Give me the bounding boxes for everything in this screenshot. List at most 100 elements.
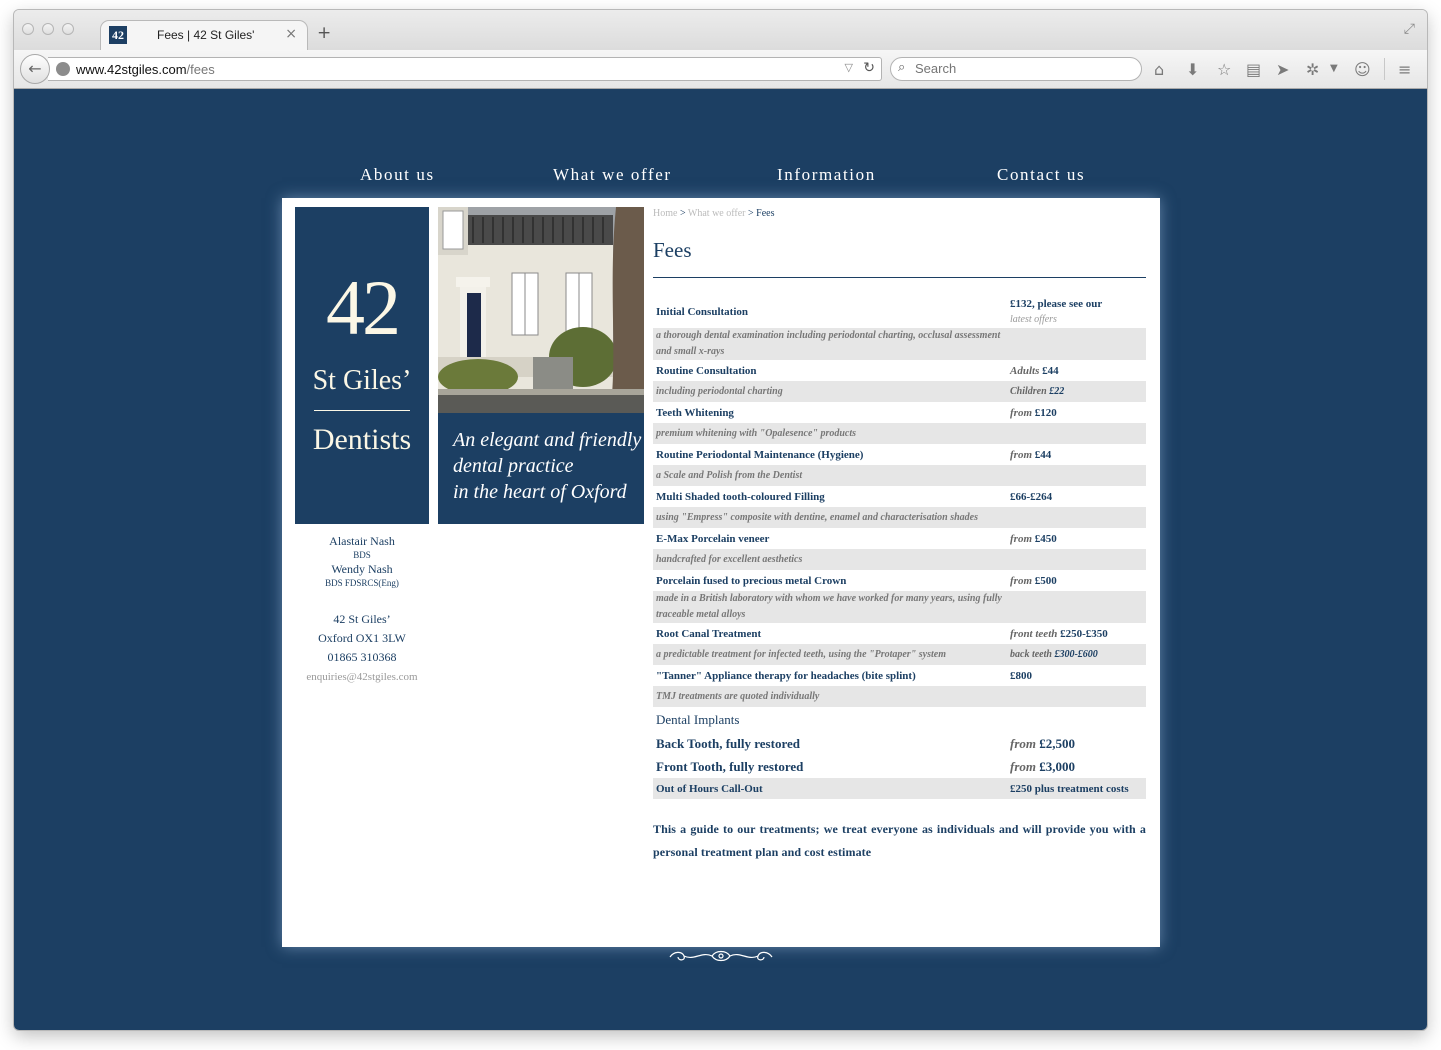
fee-price: from £450 <box>1010 531 1146 547</box>
home-icon[interactable]: ⌂ <box>1154 60 1164 79</box>
fee-treatment: Back Tooth, fully restored <box>656 736 800 751</box>
dentist-qualification-2: BDS FDSRCS(Eng) <box>325 578 399 588</box>
fee-row: using "Empress" composite with dentine, … <box>653 507 1146 528</box>
nav-about-us[interactable]: About us <box>360 165 435 185</box>
fee-price-value: £44 <box>1034 448 1052 461</box>
close-window-button[interactable] <box>22 23 34 35</box>
back-button[interactable]: ← <box>20 54 50 84</box>
fee-price-value: £250-£350 <box>1060 627 1108 640</box>
breadcrumb-separator: > <box>745 208 757 219</box>
download-icon[interactable]: ⬇ <box>1186 60 1199 79</box>
extension-icon[interactable]: ✲ <box>1306 60 1319 79</box>
breadcrumb: Home > What we offer > Fees <box>653 208 1146 222</box>
breadcrumb-separator: > <box>677 208 688 219</box>
fee-price-value: £132, please see our <box>1010 298 1103 310</box>
fee-treatment: Multi Shaded tooth-coloured Filling <box>656 490 825 503</box>
fee-price: back teeth £300-£600 <box>1010 647 1146 663</box>
fees-table: Initial Consultation £132, please see our… <box>653 296 1146 799</box>
tagline-line-1: An elegant and friendly <box>453 429 642 451</box>
address-line-2: Oxford OX1 3LW <box>318 631 406 645</box>
reload-icon[interactable]: ↻ <box>863 60 875 76</box>
fee-row: Front Tooth, fully restored from £3,000 <box>653 755 1146 778</box>
treatment-guide-note: This a guide to our treatments; we treat… <box>653 822 1146 859</box>
main-content: Home > What we offer > Fees Fees Initial… <box>653 208 1146 864</box>
fee-price: Children £22 <box>1010 384 1146 400</box>
breadcrumb-home[interactable]: Home <box>653 208 677 219</box>
tagline-panel: An elegant and friendly dental practice … <box>438 413 644 524</box>
fee-treatment: Routine Consultation <box>656 364 757 377</box>
fee-price-prefix: from <box>1010 759 1036 774</box>
breadcrumb-what-we-offer[interactable]: What we offer <box>688 208 746 219</box>
address-line-1: 42 St Giles’ <box>333 612 391 626</box>
extension-dropdown-icon[interactable]: ▼ <box>1330 63 1338 74</box>
nav-contact-us[interactable]: Contact us <box>997 165 1085 185</box>
search-input[interactable] <box>915 61 1115 76</box>
fee-price: from £2,500 <box>1010 732 1146 755</box>
fullscreen-icon[interactable]: ⤢ <box>1404 21 1415 37</box>
fee-row: Back Tooth, fully restored from £2,500 <box>653 732 1146 755</box>
fee-treatment: Routine Periodontal Maintenance (Hygiene… <box>656 448 864 461</box>
logo-divider <box>314 410 410 411</box>
fee-row: Multi Shaded tooth-coloured Filling £66-£… <box>653 486 1146 507</box>
fee-price: from £120 <box>1010 405 1146 421</box>
bookmark-star-icon[interactable]: ☆ <box>1217 60 1231 79</box>
minimize-window-button[interactable] <box>42 23 54 35</box>
fee-price-value: £44 <box>1042 364 1059 377</box>
browser-window: 42 Fees | 42 St Giles' × + ⤢ www.42stgil… <box>14 10 1427 1030</box>
fee-row: Routine Consultation Adults £44 <box>653 360 1146 381</box>
fee-price-prefix: Adults <box>1010 364 1040 377</box>
latest-offers-link[interactable]: latest offers <box>1010 312 1146 328</box>
url-text[interactable]: www.42stgiles.com/fees <box>76 62 215 77</box>
fee-row: handcrafted for excellent aesthetics <box>653 549 1146 570</box>
browser-toolbar: www.42stgiles.com/fees ▽ ↻ ← ⌕ ⌂ ⬇ ☆ ▤ ➤… <box>14 50 1427 89</box>
fee-price: £250 plus treatment costs <box>1010 781 1146 797</box>
new-tab-button[interactable]: + <box>317 23 331 43</box>
tab-fees[interactable]: 42 Fees | 42 St Giles' × <box>100 20 308 50</box>
back-arrow-icon: ← <box>28 59 42 78</box>
fee-price-value: £2,500 <box>1039 736 1075 751</box>
menu-icon[interactable]: ≡ <box>1398 60 1411 79</box>
url-bar[interactable]: www.42stgiles.com/fees ▽ ↻ <box>48 57 882 81</box>
site-logo[interactable]: 42 St Giles’ Dentists <box>295 207 429 524</box>
close-tab-icon[interactable]: × <box>285 26 297 42</box>
fee-price-prefix: Children <box>1010 385 1047 397</box>
chat-icon[interactable]: ☺ <box>1354 60 1371 79</box>
fee-row: "Tanner" Appliance therapy for headaches… <box>653 665 1146 686</box>
email-link[interactable]: enquiries@42stgiles.com <box>306 671 417 683</box>
toolbar-separator <box>1384 58 1385 80</box>
fee-price: £132, please see our latest offers <box>1010 296 1146 328</box>
fee-treatment: TMJ treatments are quoted individually <box>656 690 820 702</box>
share-icon[interactable]: ➤ <box>1276 60 1289 79</box>
fee-price-prefix: from <box>1010 736 1036 751</box>
fee-treatment: Root Canal Treatment <box>656 627 762 640</box>
reading-list-icon[interactable]: ▤ <box>1246 60 1261 79</box>
fee-treatment: Teeth Whitening <box>656 406 734 419</box>
fee-treatment: E-Max Porcelain veneer <box>656 532 770 545</box>
fee-price-prefix: from <box>1010 448 1032 461</box>
history-dropdown-icon[interactable]: ▽ <box>845 61 853 74</box>
fee-row: Initial Consultation £132, please see our… <box>653 296 1146 328</box>
fee-treatment: including periodontal charting <box>656 385 783 397</box>
search-bar[interactable]: ⌕ <box>890 57 1142 81</box>
fee-price-value: £250 plus treatment costs <box>1010 782 1129 795</box>
fee-treatment: Front Tooth, fully restored <box>656 759 804 774</box>
nav-what-we-offer[interactable]: What we offer <box>553 165 672 185</box>
fee-price: £66-£264 <box>1010 489 1146 505</box>
fee-price-prefix: front teeth <box>1010 627 1058 640</box>
fee-price-value: £3,000 <box>1039 759 1075 774</box>
fee-row: Porcelain fused to precious metal Crown f… <box>653 570 1146 591</box>
search-icon: ⌕ <box>898 60 906 75</box>
logo-name: St Giles’ <box>312 365 412 396</box>
logo-number: 42 <box>326 264 401 351</box>
fee-treatment: a Scale and Polish from the Dentist <box>656 469 803 481</box>
nav-information[interactable]: Information <box>777 165 876 185</box>
url-host: www.42stgiles.com <box>76 62 187 77</box>
main-navigation: About us What we offer Information Conta… <box>282 165 1160 195</box>
fee-row: TMJ treatments are quoted individually <box>653 686 1146 707</box>
tagline-line-2: dental practice <box>453 455 574 477</box>
fee-price-value: £22 <box>1049 385 1065 397</box>
fee-row: including periodontal charting Children £… <box>653 381 1146 402</box>
zoom-window-button[interactable] <box>62 23 74 35</box>
fee-row: premium whitening with "Opalesence" prod… <box>653 423 1146 444</box>
fee-row: made in a British laboratory with whom w… <box>653 591 1146 623</box>
